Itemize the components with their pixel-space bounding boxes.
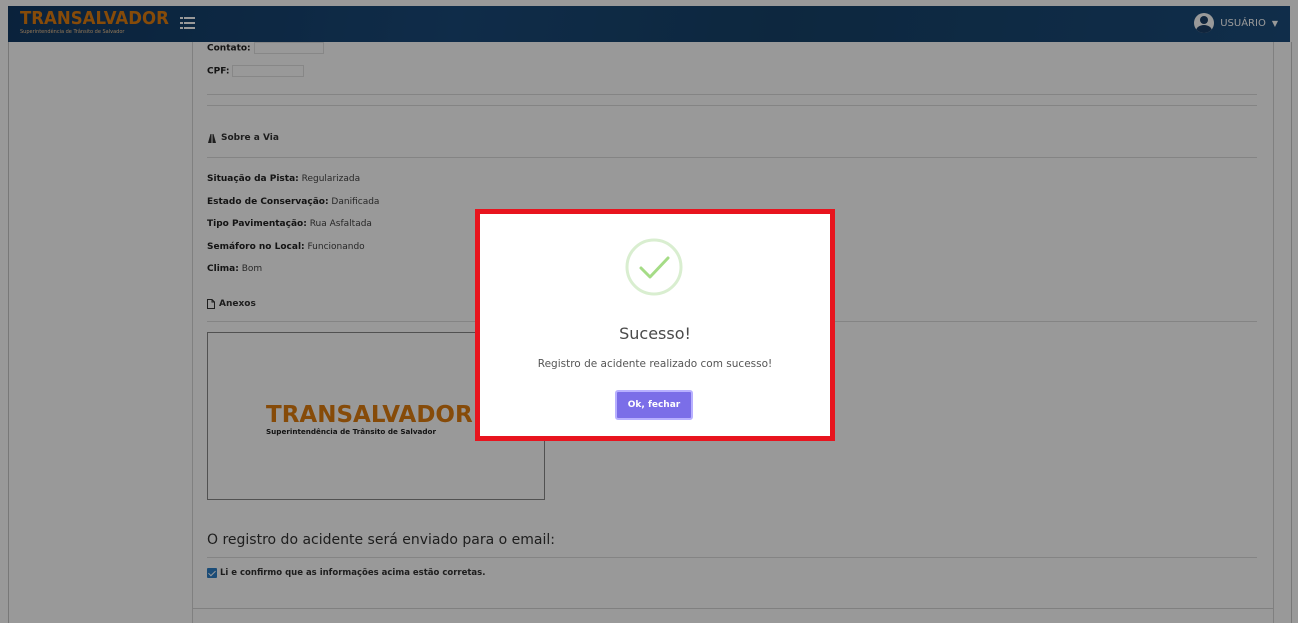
success-dialog: Sucesso! Registro de acidente realizado … <box>480 214 830 436</box>
ok-close-button[interactable]: Ok, fechar <box>615 390 693 420</box>
dialog-title: Sucesso! <box>619 324 691 343</box>
dialog-message: Registro de acidente realizado com suces… <box>537 358 773 370</box>
success-check-icon <box>625 238 683 296</box>
